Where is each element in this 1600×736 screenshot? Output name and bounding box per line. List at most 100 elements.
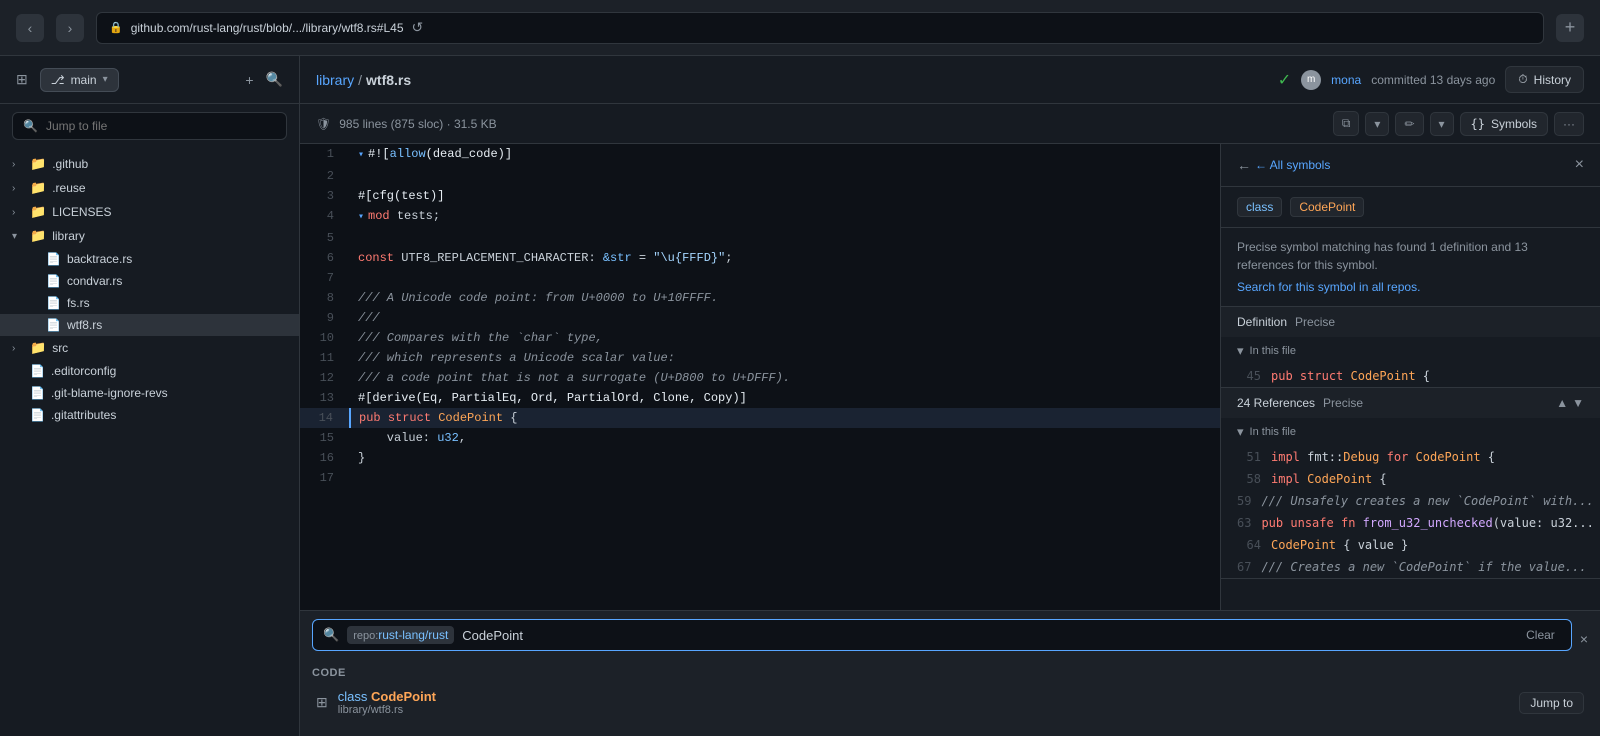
definition-badge: Precise — [1295, 315, 1335, 329]
avatar: m — [1301, 70, 1321, 90]
plus-icon: + — [245, 72, 253, 88]
file-icon: 📄 — [46, 318, 61, 332]
breadcrumb-library-link[interactable]: library — [316, 72, 354, 88]
edit-button[interactable]: ✏ — [1395, 112, 1423, 136]
tree-item-label: .github — [52, 157, 88, 171]
ref-item-59[interactable]: 59 /// Unsafely creates a new `CodePoint… — [1221, 490, 1600, 512]
close-search-button[interactable]: × — [1580, 631, 1588, 647]
edit-chevron-button[interactable]: ▾ — [1430, 112, 1454, 136]
tree-item-backtrace[interactable]: › 📄 backtrace.rs — [0, 248, 299, 270]
symbol-desc-text: Precise symbol matching has found 1 defi… — [1237, 240, 1528, 272]
expand-up-button[interactable]: ▲ — [1556, 396, 1568, 410]
sidebar-toolbar: ⊞ ⎇ main ▾ + 🔍 — [0, 56, 299, 104]
browser-chrome: ‹ › 🔒 github.com/rust-lang/rust/blob/...… — [0, 0, 1600, 56]
copy-chevron-button[interactable]: ▾ — [1365, 112, 1389, 136]
jump-to-button[interactable]: Jump to — [1519, 692, 1584, 714]
line-number: 3 — [300, 186, 350, 206]
file-info-right: ⧉ ▾ ✏ ▾ {} Symbols ··· — [1333, 111, 1584, 136]
definition-ref-item[interactable]: 45 pub struct CodePoint { — [1221, 365, 1600, 387]
file-icon: 📄 — [30, 364, 45, 378]
lock-icon: 🔒 — [109, 21, 123, 34]
ref-item-63[interactable]: 63 pub unsafe fn from_u32_unchecked(valu… — [1221, 512, 1600, 534]
tree-item-condvar[interactable]: › 📄 condvar.rs — [0, 270, 299, 292]
search-all-repos-link[interactable]: Search for this symbol in all repos. — [1237, 278, 1584, 296]
def-collapse-icon[interactable]: ▾ — [1237, 343, 1244, 359]
add-file-button[interactable]: + — [241, 68, 257, 92]
clear-button[interactable]: Clear — [1520, 626, 1561, 644]
expand-down-button[interactable]: ▼ — [1572, 396, 1584, 410]
search-result-item[interactable]: ⊞ class CodePoint library/wtf8.rs Jump t… — [312, 681, 1588, 724]
tree-item-github[interactable]: › 📁 .github — [0, 152, 299, 176]
jump-to-file-wrap[interactable]: 🔍 — [12, 112, 287, 140]
ref-item-58[interactable]: 58 impl CodePoint { — [1221, 468, 1600, 490]
back-button[interactable]: ‹ — [16, 14, 44, 42]
chevron-down-icon: ▾ — [1439, 117, 1445, 131]
branch-icon: ⎇ — [51, 73, 65, 87]
tree-item-wtf8[interactable]: › 📄 wtf8.rs — [0, 314, 299, 336]
sidebar-toggle-button[interactable]: ⊞ — [12, 67, 32, 92]
references-label: 24 References — [1237, 396, 1315, 410]
back-to-symbols-button[interactable]: ← ← All symbols — [1237, 157, 1330, 173]
tree-item-editorconfig[interactable]: › 📄 .editorconfig — [0, 360, 299, 382]
line-number: 17 — [300, 468, 350, 488]
breadcrumb: library / wtf8.rs — [316, 72, 411, 88]
close-panel-button[interactable]: × — [1575, 156, 1584, 174]
symbols-label: Symbols — [1491, 117, 1537, 131]
references-section: 24 References Precise ▲ ▼ ▾ In this file… — [1221, 388, 1600, 579]
tree-item-reuse[interactable]: › 📁 .reuse — [0, 176, 299, 200]
url-text: github.com/rust-lang/rust/blob/.../libra… — [131, 21, 404, 35]
author-name[interactable]: mona — [1331, 73, 1361, 87]
back-arrow-icon: ← — [1237, 157, 1251, 173]
file-header: library / wtf8.rs ✓ m mona committed 13 … — [300, 56, 1600, 104]
symbol-name-badge: CodePoint — [1290, 197, 1364, 217]
tree-item-src[interactable]: › 📁 src — [0, 336, 299, 360]
file-info-text: 985 lines (875 sloc) · 31.5 KB — [339, 117, 496, 131]
new-tab-button[interactable]: + — [1556, 14, 1584, 42]
symbols-button[interactable]: {} Symbols — [1460, 112, 1548, 136]
ref-item-67[interactable]: 67 /// Creates a new `CodePoint` if the … — [1221, 556, 1600, 578]
shield-icon: 🛡 — [316, 117, 331, 131]
branch-selector[interactable]: ⎇ main ▾ — [40, 68, 119, 92]
ref-code: CodePoint { value } — [1271, 538, 1408, 552]
sidebar: ⊞ ⎇ main ▾ + 🔍 🔍 — [0, 56, 300, 736]
refs-in-file-header: ▾ In this file — [1221, 418, 1600, 446]
file-info-bar: 🛡 985 lines (875 sloc) · 31.5 KB ⧉ ▾ ✏ ▾… — [300, 104, 1600, 144]
more-icon: ··· — [1563, 117, 1575, 131]
ref-item-64[interactable]: 64 CodePoint { value } — [1221, 534, 1600, 556]
jump-to-file-input[interactable] — [46, 119, 276, 133]
refresh-button[interactable]: ↺ — [412, 19, 424, 36]
file-tree: › 📁 .github › 📁 .reuse › 📁 LICENSES ▾ 📁 … — [0, 148, 299, 736]
result-path: library/wtf8.rs — [338, 704, 436, 716]
ref-item-51[interactable]: 51 impl fmt::Debug for CodePoint { — [1221, 446, 1600, 468]
chevron-right-icon: › — [12, 343, 24, 354]
search-input[interactable] — [462, 628, 1512, 643]
back-label: ← All symbols — [1255, 158, 1330, 172]
symbol-description: Precise symbol matching has found 1 defi… — [1221, 228, 1600, 307]
collapse-icon[interactable]: ▾ — [358, 212, 364, 223]
symbols-icon: {} — [1471, 117, 1485, 131]
more-options-button[interactable]: ··· — [1554, 112, 1584, 136]
tree-item-licenses[interactable]: › 📁 LICENSES — [0, 200, 299, 224]
def-line-num: 45 — [1237, 369, 1261, 383]
search-field-wrap: 🔍 repo:rust-lang/rust Clear — [312, 619, 1572, 651]
tree-item-gitblame[interactable]: › 📄 .git-blame-ignore-revs — [0, 382, 299, 404]
ref-line-num: 59 — [1237, 494, 1251, 508]
search-button[interactable]: 🔍 — [262, 67, 287, 92]
tree-item-library[interactable]: ▾ 📁 library — [0, 224, 299, 248]
address-bar[interactable]: 🔒 github.com/rust-lang/rust/blob/.../lib… — [96, 12, 1544, 44]
chevron-down-icon: ▾ — [1374, 117, 1380, 131]
search-overlay: 🔍 repo:rust-lang/rust Clear × Code ⊞ — [300, 610, 1600, 736]
forward-button[interactable]: › — [56, 14, 84, 42]
references-section-header: 24 References Precise ▲ ▼ — [1221, 388, 1600, 418]
tree-item-gitattributes[interactable]: › 📄 .gitattributes — [0, 404, 299, 426]
history-button[interactable]: ⏱ History — [1505, 66, 1584, 93]
refs-collapse-icon[interactable]: ▾ — [1237, 424, 1244, 440]
copy-button[interactable]: ⧉ — [1333, 111, 1360, 136]
ref-line-num: 51 — [1237, 450, 1261, 464]
ref-line-num: 63 — [1237, 516, 1251, 530]
tree-item-fs[interactable]: › 📄 fs.rs — [0, 292, 299, 314]
folder-icon: 📁 — [30, 204, 46, 220]
line-number: 16 — [300, 448, 350, 468]
collapse-icon[interactable]: ▾ — [358, 150, 364, 161]
commit-text: committed 13 days ago — [1371, 73, 1495, 87]
